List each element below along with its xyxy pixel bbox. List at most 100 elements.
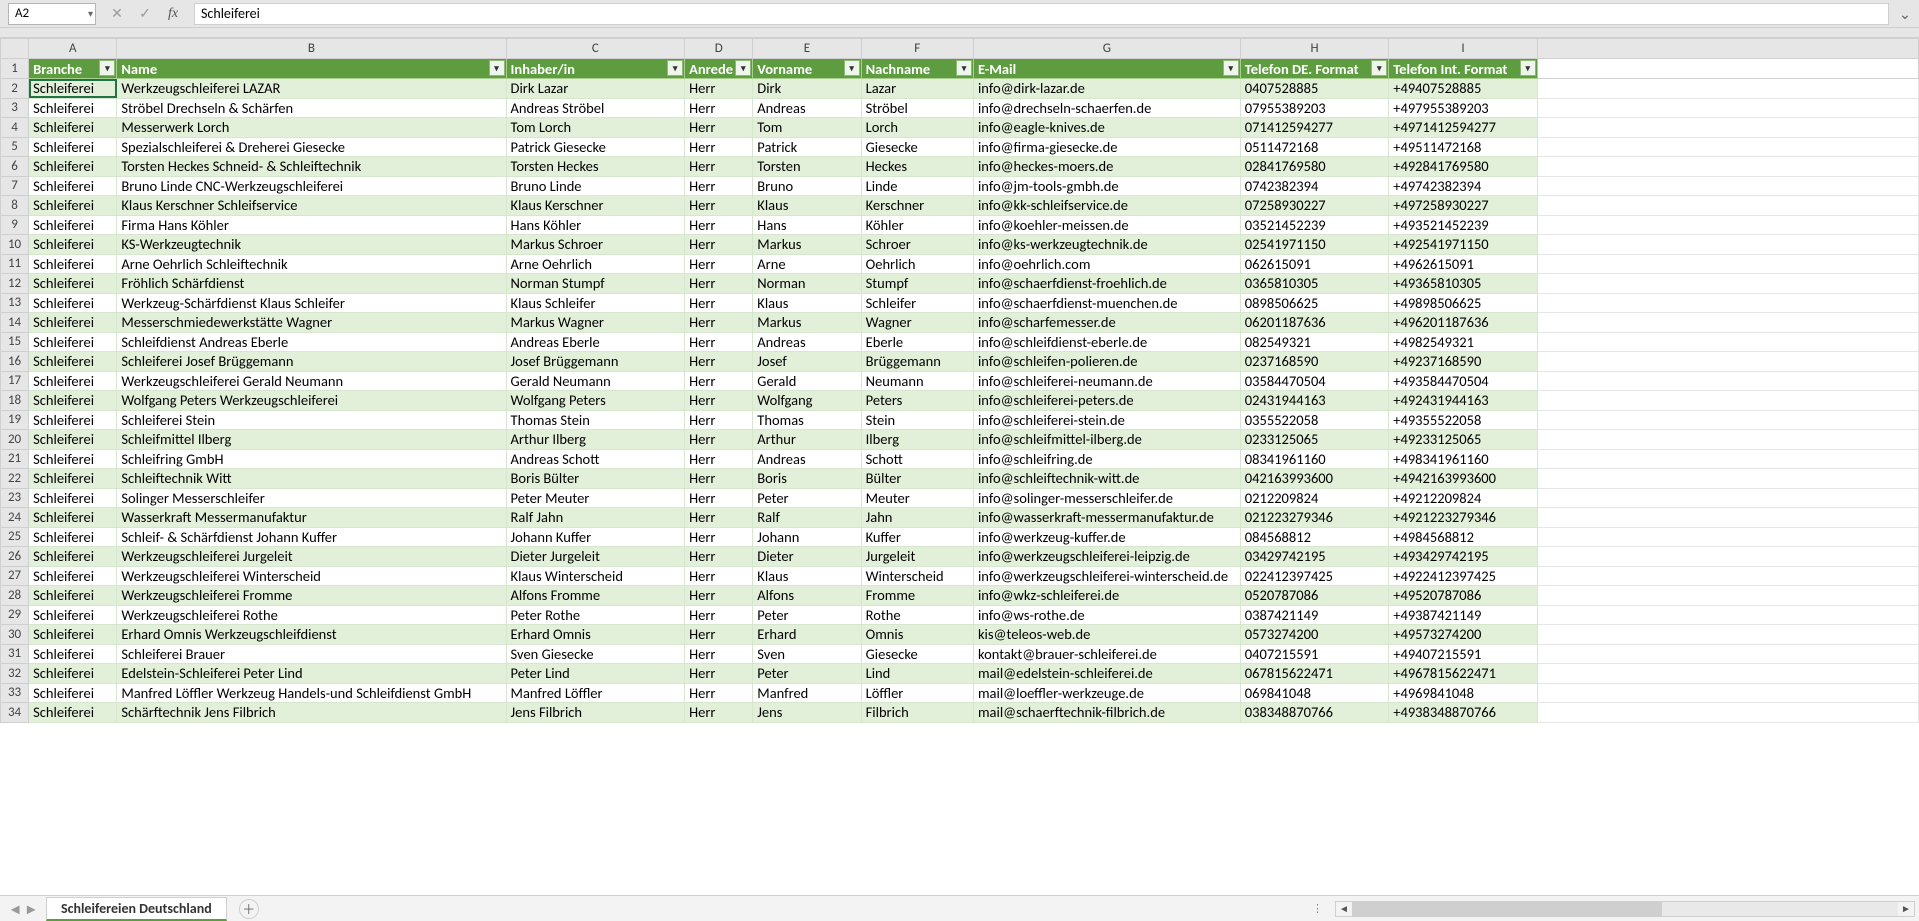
row-header-9[interactable]: 9	[1, 215, 29, 235]
row-header-6[interactable]: 6	[1, 157, 29, 177]
cell[interactable]: Spezialschleiferei & Dreherei Giesecke	[117, 137, 506, 157]
cell[interactable]: Schleiferei	[29, 547, 117, 567]
cell[interactable]: 0233125065	[1240, 430, 1388, 450]
row-header-22[interactable]: 22	[1, 469, 29, 489]
cell[interactable]: +4969841048	[1389, 683, 1537, 703]
cell[interactable]: Wolfgang Peters	[506, 391, 685, 411]
cell[interactable]: +49520787086	[1389, 586, 1537, 606]
cell[interactable]: Werkzeugschleiferei Jurgeleit	[117, 547, 506, 567]
empty-cell[interactable]	[1537, 352, 1918, 372]
cell[interactable]: Herr	[685, 313, 753, 333]
row-header-27[interactable]: 27	[1, 566, 29, 586]
cell[interactable]: Herr	[685, 410, 753, 430]
cell[interactable]: Norman	[753, 274, 861, 294]
cell[interactable]: Arne Oehrlich	[506, 254, 685, 274]
cell[interactable]: info@kk-schleifservice.de	[973, 196, 1240, 216]
row-header-3[interactable]: 3	[1, 98, 29, 118]
sheet-nav-arrows[interactable]: ◄ ►	[4, 900, 42, 918]
cell[interactable]: Schleiferei	[29, 274, 117, 294]
cell[interactable]: Schleiferei Stein	[117, 410, 506, 430]
cell[interactable]: Schleiferei	[29, 527, 117, 547]
cell[interactable]: Herr	[685, 293, 753, 313]
column-header-E[interactable]: E	[753, 39, 861, 59]
cell[interactable]: Bruno Linde	[506, 176, 685, 196]
cell[interactable]: Werkzeugschleiferei Gerald Neumann	[117, 371, 506, 391]
cell[interactable]: Herr	[685, 137, 753, 157]
cell[interactable]: +492541971150	[1389, 235, 1537, 255]
cell[interactable]: Herr	[685, 235, 753, 255]
cell[interactable]: Filbrich	[861, 703, 973, 723]
cell[interactable]: Schleiferei Josef Brüggemann	[117, 352, 506, 372]
cell[interactable]: Köhler	[861, 215, 973, 235]
cell[interactable]: Patrick Giesecke	[506, 137, 685, 157]
empty-cell[interactable]	[1537, 703, 1918, 723]
empty-cell[interactable]	[1537, 586, 1918, 606]
cell[interactable]: +492841769580	[1389, 157, 1537, 177]
filter-dropdown-icon[interactable]: ▾	[99, 60, 115, 76]
cell[interactable]: 06201187636	[1240, 313, 1388, 333]
cell[interactable]: info@koehler-meissen.de	[973, 215, 1240, 235]
cell[interactable]: +49407528885	[1389, 79, 1537, 99]
cell[interactable]: Andreas	[753, 449, 861, 469]
row-header-26[interactable]: 26	[1, 547, 29, 567]
cell[interactable]: Herr	[685, 566, 753, 586]
cell[interactable]: Josef	[753, 352, 861, 372]
cell[interactable]: info@schleiferei-stein.de	[973, 410, 1240, 430]
cell[interactable]: Herr	[685, 196, 753, 216]
cell[interactable]: +497258930227	[1389, 196, 1537, 216]
cell[interactable]: Schleiferei	[29, 703, 117, 723]
cell[interactable]: Arthur Ilberg	[506, 430, 685, 450]
empty-cell[interactable]	[1537, 430, 1918, 450]
cell[interactable]: 084568812	[1240, 527, 1388, 547]
cell[interactable]: Heckes	[861, 157, 973, 177]
cell[interactable]: Wolfgang	[753, 391, 861, 411]
table-header-cell[interactable]: Branche▾	[29, 59, 117, 79]
empty-cell[interactable]	[1537, 371, 1918, 391]
row-header-29[interactable]: 29	[1, 605, 29, 625]
cell[interactable]: Ralf Jahn	[506, 508, 685, 528]
cell[interactable]: Jens Filbrich	[506, 703, 685, 723]
horizontal-scrollbar[interactable]: ◄ ►	[1335, 901, 1915, 917]
cell[interactable]: info@schleiferei-peters.de	[973, 391, 1240, 411]
row-header-17[interactable]: 17	[1, 371, 29, 391]
cell[interactable]: Rothe	[861, 605, 973, 625]
cell[interactable]: +49365810305	[1389, 274, 1537, 294]
cell[interactable]: Solinger Messerschleifer	[117, 488, 506, 508]
cell[interactable]: Edelstein-Schleiferei Peter Lind	[117, 664, 506, 684]
cell[interactable]: Torsten Heckes	[506, 157, 685, 177]
cell[interactable]: Herr	[685, 215, 753, 235]
sheet-tab-active[interactable]: Schleifereien Deutschland	[46, 897, 227, 921]
empty-cell[interactable]	[1537, 118, 1918, 138]
column-header-H[interactable]: H	[1240, 39, 1388, 59]
row-header-32[interactable]: 32	[1, 664, 29, 684]
cell[interactable]: Schleifmittel Ilberg	[117, 430, 506, 450]
row-header-24[interactable]: 24	[1, 508, 29, 528]
cell[interactable]: 062615091	[1240, 254, 1388, 274]
cell[interactable]: info@drechseln-schaerfen.de	[973, 98, 1240, 118]
cell[interactable]: 0520787086	[1240, 586, 1388, 606]
cell[interactable]: Schleiferei	[29, 235, 117, 255]
empty-cell[interactable]	[1537, 59, 1918, 79]
cell[interactable]: Boris Bülter	[506, 469, 685, 489]
row-header-31[interactable]: 31	[1, 644, 29, 664]
cell[interactable]: Ilberg	[861, 430, 973, 450]
cell[interactable]: Hans Köhler	[506, 215, 685, 235]
cell[interactable]: Andreas	[753, 332, 861, 352]
cell[interactable]: Schleiferei	[29, 371, 117, 391]
cell[interactable]: Herr	[685, 98, 753, 118]
cell[interactable]: Schleif- & Schärfdienst Johann Kuffer	[117, 527, 506, 547]
cell[interactable]: kis@teleos-web.de	[973, 625, 1240, 645]
cell[interactable]: Klaus Schleifer	[506, 293, 685, 313]
table-header-cell[interactable]: Telefon DE. Format▾	[1240, 59, 1388, 79]
cell[interactable]: +4962615091	[1389, 254, 1537, 274]
cell[interactable]: info@schleiftechnik-witt.de	[973, 469, 1240, 489]
cell[interactable]: 02541971150	[1240, 235, 1388, 255]
cell[interactable]: Markus Schroer	[506, 235, 685, 255]
cell[interactable]: Johann Kuffer	[506, 527, 685, 547]
cell[interactable]: Torsten Heckes Schneid- & Schleiftechnik	[117, 157, 506, 177]
row-header-33[interactable]: 33	[1, 683, 29, 703]
cell[interactable]: Markus	[753, 235, 861, 255]
cell[interactable]: info@werkzeugschleiferei-leipzig.de	[973, 547, 1240, 567]
cell[interactable]: +492431944163	[1389, 391, 1537, 411]
cell[interactable]: Peter Rothe	[506, 605, 685, 625]
